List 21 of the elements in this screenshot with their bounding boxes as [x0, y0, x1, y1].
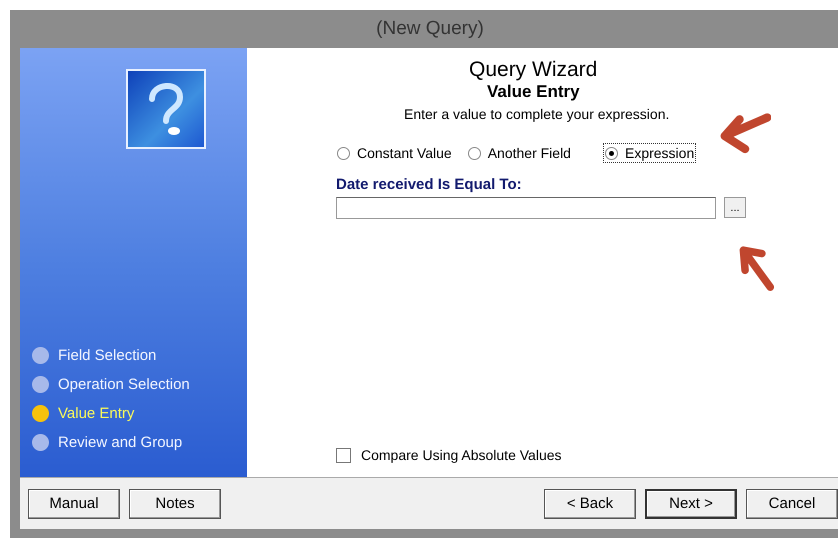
wizard-title: Query Wizard [469, 58, 598, 82]
radio-option[interactable]: Expression [604, 144, 696, 162]
field-label: Date received Is Equal To: [336, 176, 522, 193]
step-label: Operation Selection [58, 376, 190, 393]
page-subtitle: Value Entry [487, 82, 580, 102]
help-question-icon [126, 69, 206, 149]
footer-button[interactable]: Next > [645, 488, 737, 518]
footer-button[interactable]: Manual [28, 488, 120, 518]
browse-button[interactable]: ... [724, 197, 746, 218]
step-label: Field Selection [58, 347, 156, 364]
footer-button[interactable]: Notes [129, 488, 221, 518]
window-title: (New Query) [376, 18, 484, 40]
footer-button[interactable]: Cancel [746, 488, 838, 518]
radio-option[interactable]: Constant Value [336, 144, 453, 162]
instruction-text: Enter a value to complete your expression. [404, 106, 670, 122]
value-input-field[interactable] [336, 197, 716, 219]
absolute-values-checkbox[interactable]: Compare Using Absolute Values [336, 447, 562, 463]
step-label: Review and Group [58, 434, 182, 451]
radio-option[interactable]: Another Field [466, 144, 572, 162]
footer-button[interactable]: < Back [544, 488, 636, 518]
step-label: Value Entry [58, 405, 134, 422]
